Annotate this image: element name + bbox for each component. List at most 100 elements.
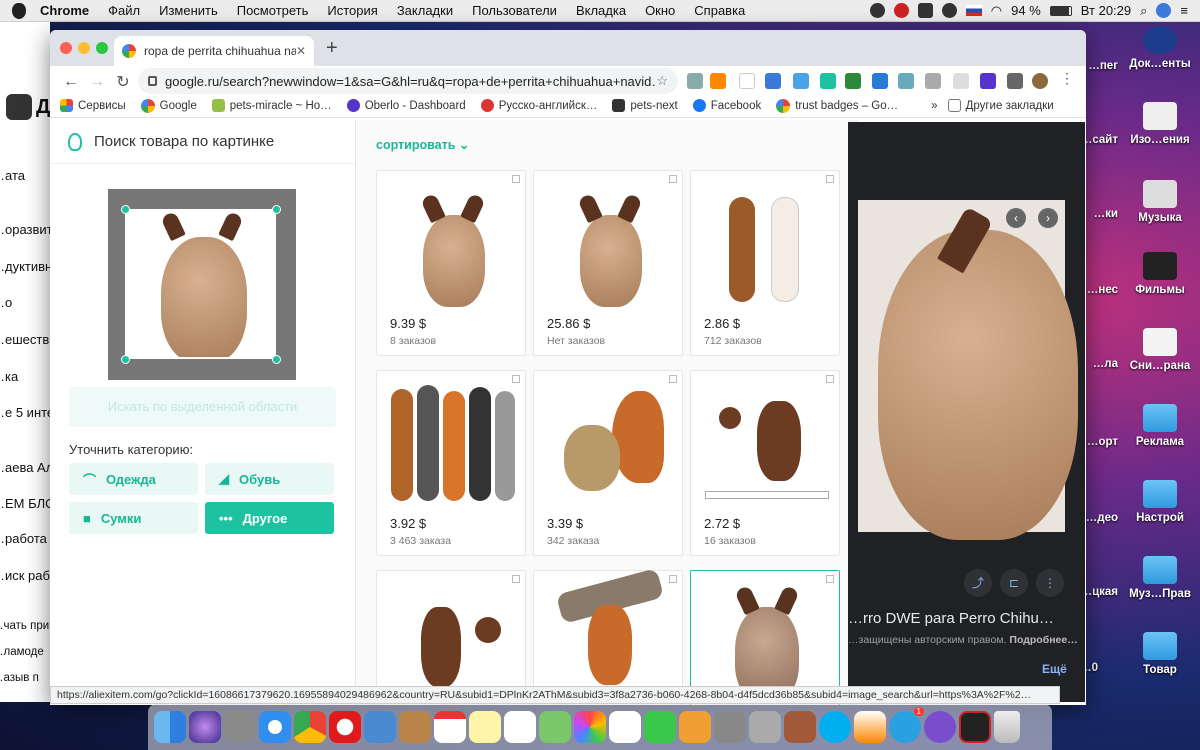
left-row[interactable]: …ламоде — [0, 646, 44, 658]
notes-icon[interactable] — [469, 711, 501, 743]
input-language-icon[interactable] — [965, 5, 982, 16]
desktop-icon-music-rights[interactable]: Муз…Прав — [1120, 556, 1200, 600]
product-card-selected[interactable] — [690, 570, 840, 705]
more-link[interactable]: Подробнее… — [1009, 634, 1077, 646]
left-row[interactable]: …оразвит — [0, 222, 50, 237]
shield-tray-icon[interactable] — [917, 3, 933, 18]
left-row[interactable]: …ешестви — [0, 332, 50, 347]
crop-handle[interactable] — [272, 355, 281, 364]
bookmark-item[interactable]: pets-next — [612, 99, 678, 112]
desktop-icon-music[interactable]: Музыка — [1120, 180, 1200, 224]
browser-tab[interactable]: ropa de perrita chihuahua navi… ✕ — [114, 36, 314, 66]
minimize-window-button[interactable] — [78, 42, 90, 54]
apple-icon[interactable] — [12, 2, 26, 19]
viber-icon[interactable] — [924, 711, 956, 743]
finder-icon[interactable] — [154, 711, 186, 743]
trash-icon[interactable] — [994, 711, 1020, 743]
menu-tab[interactable]: Вкладка — [576, 3, 626, 18]
extension-icon[interactable] — [820, 73, 836, 89]
chrome-icon[interactable] — [294, 711, 326, 743]
category-bags-button[interactable]: ■ Сумки — [69, 502, 198, 534]
left-row[interactable]: …чать при — [0, 620, 49, 632]
left-row[interactable]: …иск рабо — [0, 568, 50, 583]
battery-icon[interactable] — [1049, 5, 1072, 16]
desktop-icon-screenshot[interactable]: Сни…рана — [1120, 328, 1200, 372]
left-row[interactable]: …дуктивн — [0, 259, 50, 274]
left-row[interactable]: …е 5 инте — [0, 405, 50, 420]
bookmarks-overflow-button[interactable]: » — [931, 100, 937, 112]
bookmark-item[interactable]: Сервисы — [60, 99, 126, 112]
product-card[interactable]: 2.86 $ 712 заказов — [690, 170, 840, 356]
more-results-link[interactable]: Ещё — [1042, 662, 1067, 676]
product-card[interactable]: 9.39 $ 8 заказов — [376, 170, 526, 356]
other-bookmarks[interactable]: Другие закладки — [947, 99, 1054, 112]
download-extension-icon[interactable] — [872, 73, 888, 89]
bookmark-item[interactable]: Facebook — [692, 99, 761, 112]
extension-icon[interactable] — [898, 73, 914, 89]
safari-icon[interactable] — [259, 711, 291, 743]
extension-icon[interactable] — [710, 73, 726, 89]
crop-area[interactable] — [108, 189, 296, 380]
extension-icon[interactable] — [687, 73, 703, 89]
maps-icon[interactable] — [539, 711, 571, 743]
wifi-icon[interactable]: ◠ — [991, 3, 1002, 19]
record-tray-icon[interactable] — [893, 3, 909, 18]
product-card[interactable]: 25.86 $ Нет заказов — [533, 170, 683, 356]
vlc-icon[interactable] — [854, 711, 886, 743]
desktop-icon-settings[interactable]: Настрой — [1120, 480, 1200, 524]
bookmark-item[interactable]: Русско-английск… — [480, 99, 597, 112]
left-row[interactable]: …работа — [0, 531, 47, 546]
left-row[interactable]: …о — [0, 295, 12, 310]
product-card[interactable]: 3.92 $ 3 463 заказа — [376, 370, 526, 556]
selection-box[interactable] — [125, 209, 276, 359]
reload-icon[interactable]: ↻ — [110, 72, 136, 92]
crop-handle[interactable] — [121, 355, 130, 364]
zoom-window-button[interactable] — [96, 42, 108, 54]
preview-image[interactable] — [858, 200, 1078, 540]
opera-icon[interactable] — [329, 711, 361, 743]
bookmark-item[interactable]: trust badges – Go… — [776, 98, 898, 113]
crop-handle[interactable] — [121, 205, 130, 214]
menu-bookmarks[interactable]: Закладки — [397, 3, 453, 18]
bookmark-item[interactable]: Oberlo - Dashboard — [346, 99, 466, 112]
product-card[interactable] — [533, 568, 683, 705]
desktop-icon-product[interactable]: Товар — [1120, 632, 1200, 676]
forward-arrow-icon[interactable]: → — [84, 73, 110, 91]
left-row[interactable]: …аева Але — [0, 460, 50, 475]
facetime-icon[interactable] — [644, 711, 676, 743]
left-row[interactable]: …ЕМ БЛО — [0, 496, 50, 511]
profile-avatar[interactable] — [1032, 73, 1048, 89]
category-clothes-button[interactable]: ⌒ Одежда — [69, 463, 198, 495]
crop-handle[interactable] — [272, 205, 281, 214]
pages-icon[interactable] — [679, 711, 711, 743]
new-tab-button[interactable]: + — [326, 38, 338, 58]
more-options-icon[interactable]: ⋮ — [1036, 569, 1064, 597]
chrome-menu-icon[interactable]: ⋮ — [1060, 70, 1074, 87]
search-icon[interactable]: ⌕ — [1140, 3, 1147, 19]
reminders-icon[interactable] — [504, 711, 536, 743]
category-shoes-button[interactable]: ◢ Обувь — [205, 463, 334, 495]
control-center-icon[interactable]: ≡ — [1180, 3, 1188, 18]
left-row[interactable]: …ата — [0, 168, 25, 183]
menu-history[interactable]: История — [327, 3, 377, 18]
left-row[interactable]: …азыв п — [0, 672, 39, 684]
product-card[interactable]: 2.72 $ 16 заказов — [690, 370, 840, 556]
menu-edit[interactable]: Изменить — [159, 3, 218, 18]
bookmark-item[interactable]: pets-miracle ~ Ho… — [211, 99, 332, 112]
menu-chrome[interactable]: Chrome — [40, 3, 89, 18]
product-card[interactable] — [376, 570, 526, 705]
menu-profiles[interactable]: Пользователи — [472, 3, 557, 18]
extension-icon[interactable] — [925, 73, 941, 89]
menu-window[interactable]: Окно — [645, 3, 675, 18]
extension-amz-icon[interactable] — [739, 73, 755, 89]
desktop-icon-movies[interactable]: Фильмы — [1120, 252, 1200, 296]
prev-image-icon[interactable]: ‹ — [1006, 208, 1026, 228]
launchpad-icon[interactable] — [224, 711, 256, 743]
calendar-icon[interactable] — [434, 711, 466, 743]
extension-off-icon[interactable] — [793, 73, 809, 89]
photos-icon[interactable] — [574, 711, 606, 743]
viber-tray-icon[interactable] — [869, 3, 885, 18]
screen-recorder-icon[interactable] — [959, 711, 991, 743]
next-image-icon[interactable]: › — [1038, 208, 1058, 228]
desktop-icon-ads[interactable]: Реклама — [1120, 404, 1200, 448]
